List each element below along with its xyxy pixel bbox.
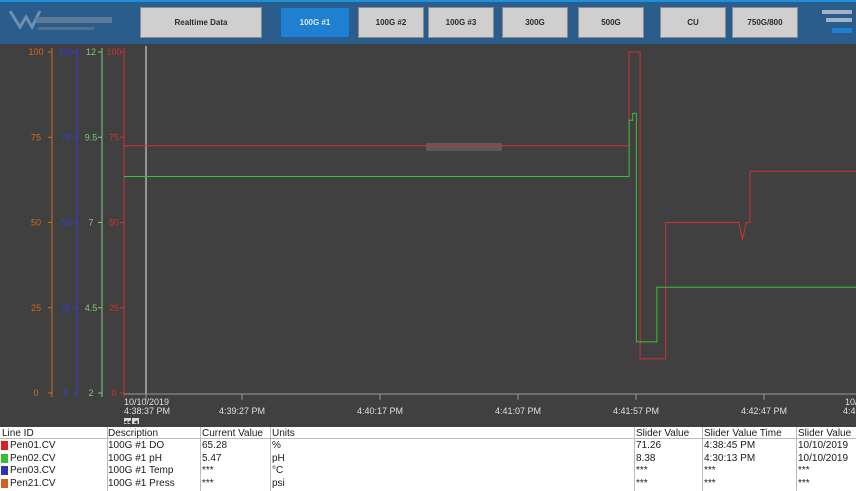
axis-tick-label: 9.5 [85, 132, 98, 142]
cell-value: *** [202, 477, 214, 489]
cell-desc: 100G #1 DO [108, 440, 165, 451]
cell-slider-date: *** [798, 477, 810, 489]
nav-button-750g-800[interactable]: 750G/800 [732, 7, 798, 38]
cell-slider-time: 4:30:13 PM [704, 452, 756, 464]
pen-color-swatch [1, 478, 8, 488]
axis-tick-label: 100 [58, 47, 73, 57]
cell-value: 5.47 [202, 452, 222, 464]
nav-button-100g-3[interactable]: 100G #3 [428, 7, 494, 38]
axis-tick-label: 2 [88, 388, 93, 398]
axis-tick-label: 0 [111, 388, 116, 398]
axis-tick-label: 4.5 [85, 303, 98, 313]
x-axis-end-time-partial: 4:4 [843, 406, 856, 416]
cell-id: Pen02.CV [10, 452, 56, 464]
cell-units: pH [272, 452, 285, 464]
x-axis-time-label: 4:41:57 PM [613, 406, 659, 416]
nav-button-cu[interactable]: CU [660, 7, 726, 38]
pen-legend-table: Line ID Description Current Value Units Slid… [0, 427, 856, 491]
cell-slider-date: *** [798, 465, 810, 476]
cell-id: Pen21.CV [10, 477, 56, 489]
step-back-icon: ◀ [134, 420, 138, 426]
slider-value-tag [426, 143, 502, 151]
nav-button-500g[interactable]: 500G [578, 7, 644, 38]
cell-slider-time: *** [704, 477, 716, 489]
nav-button-300g[interactable]: 300G [502, 7, 568, 38]
cell-slider: *** [636, 465, 648, 476]
cell-units: psi [272, 477, 285, 489]
cell-units: °C [272, 465, 284, 476]
cell-slider: 71.26 [636, 440, 662, 451]
x-axis-time-label: 4:40:17 PM [357, 406, 403, 416]
cell-slider-date: 10/10/2019 [798, 452, 849, 464]
cell-slider: *** [636, 477, 648, 489]
cell-slider: 8.38 [636, 452, 656, 464]
table-row[interactable]: Pen21.CV 100G #1 Press *** psi *** *** *** [0, 478, 856, 490]
axis-tick-label: 25 [31, 303, 41, 313]
pen-color-swatch [1, 466, 8, 475]
axis-tick-label: 100 [28, 47, 43, 57]
table-row[interactable]: Pen02.CV 100G #1 pH 5.47 pH 8.38 4:30:13 PM 10… [0, 453, 856, 465]
table-row[interactable]: Pen01.CV 100G #1 DO 65.28% 71.26 4:38:45 PM 1… [0, 440, 856, 452]
column-header[interactable]: Line ID [2, 428, 34, 439]
company-logo [6, 5, 118, 39]
axis-tick-label: 75 [109, 132, 119, 142]
nav-button-realtime-data[interactable]: Realtime Data [140, 7, 262, 38]
column-header[interactable]: Description [108, 428, 158, 439]
cell-id: Pen03.CV [10, 465, 56, 476]
x-axis-time-label: 4:39:27 PM [219, 406, 265, 416]
table-row[interactable]: Pen03.CV 100G #1 Temp *** °C *** *** *** [0, 465, 856, 477]
axis-tick-label: 25 [109, 303, 119, 313]
axis-tick-label: 7 [88, 218, 93, 228]
cell-value: *** [202, 465, 214, 476]
cell-value: 65.28 [202, 440, 228, 451]
trend-series-line-1 [124, 51, 856, 360]
x-axis-time-label: 4:38:37 PM [124, 406, 170, 416]
cell-desc: 100G #1 Press [108, 477, 175, 489]
trend-chart[interactable]: 100 75 50 25 0 100 75 50 25 0 12 9.5 7 4.5 2 100 75 50 25 0… [0, 44, 856, 427]
status-readout [818, 4, 856, 40]
pen-color-swatch [1, 441, 8, 450]
axis-tick-label: 50 [109, 218, 119, 228]
cell-slider-date: 10/10/2019 [798, 440, 849, 451]
axis-tick-label: 50 [31, 218, 41, 228]
axis-tick-label: 50 [61, 218, 71, 228]
nav-button-100g-2[interactable]: 100G #2 [358, 7, 424, 38]
cell-slider-time: 4:38:45 PM [704, 440, 756, 451]
pen-color-swatch [1, 453, 8, 463]
column-header[interactable]: Slider Value [636, 428, 689, 439]
axis-tick-label: 75 [31, 132, 41, 142]
cell-desc: 100G #1 Temp [108, 465, 174, 476]
nav-button-100g-1[interactable]: 100G #1 [280, 7, 350, 38]
axis-tick-label: 0 [33, 388, 38, 398]
column-header[interactable]: Slider Value Time [704, 428, 782, 439]
cell-desc: 100G #1 pH [108, 452, 162, 464]
cell-units: % [272, 440, 281, 451]
top-navigation-bar: Realtime Data 100G #1 100G #2 100G #3 300G 50… [0, 0, 856, 44]
x-axis-time-label: 4:42:47 PM [741, 406, 787, 416]
cell-slider-time: *** [704, 465, 716, 476]
cell-id: Pen01.CV [10, 440, 56, 451]
axis-tick-label: 100 [106, 47, 121, 57]
rewind-icon: ◀◀ [124, 420, 132, 426]
axis-tick-label: 25 [61, 303, 71, 313]
x-axis-time-label: 4:41:07 PM [495, 406, 541, 416]
axis-tick-label: 0 [63, 388, 68, 398]
column-header[interactable]: Units [272, 428, 295, 439]
top-accent-line [0, 0, 856, 2]
column-header[interactable]: Slider Value [798, 428, 851, 439]
x-axis-start-date: 10/10/2019 [124, 397, 169, 407]
axis-tick-label: 75 [61, 132, 71, 142]
axis-tick-label: 12 [86, 47, 96, 57]
column-header[interactable]: Current Value [202, 428, 263, 439]
